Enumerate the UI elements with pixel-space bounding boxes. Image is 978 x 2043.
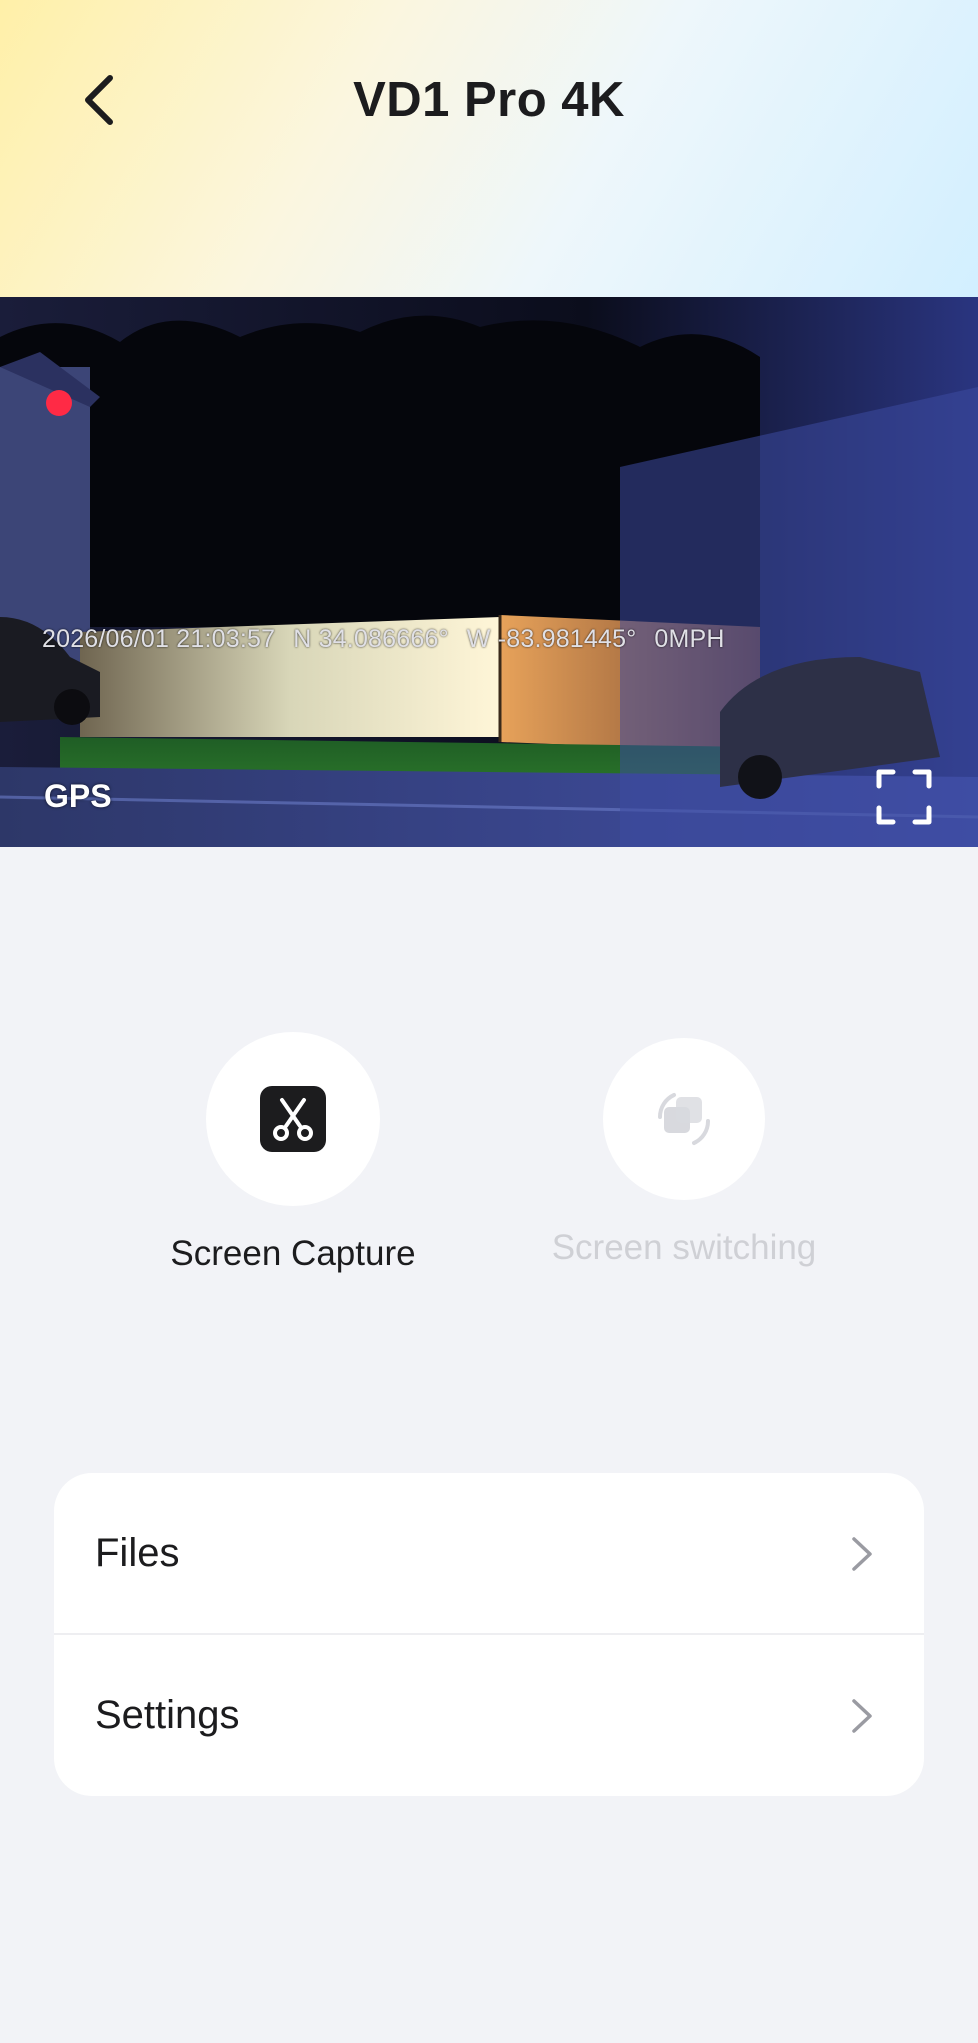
menu-item-label: Settings <box>95 1693 240 1737</box>
chevron-right-icon <box>852 1699 872 1733</box>
video-timestamp: 2026/06/01 21:03:57 <box>42 625 276 653</box>
header: VD1 Pro 4K <box>0 0 978 297</box>
screen-capture-label: Screen Capture <box>170 1234 416 1273</box>
menu-item-settings[interactable]: Settings <box>54 1635 924 1796</box>
video-info-overlay: 2026/06/01 21:03:57 N 34.086666° W -83.9… <box>42 625 725 654</box>
screen-switching-button[interactable] <box>603 1038 765 1200</box>
chevron-right-icon <box>852 1537 872 1571</box>
screen-capture-button[interactable] <box>206 1032 380 1206</box>
screen-switching-label: Screen switching <box>551 1228 817 1267</box>
camera-switch-icon <box>657 1093 711 1145</box>
video-speed: 0MPH <box>654 625 725 653</box>
screen-capture-action[interactable]: Screen Capture <box>143 1032 443 1274</box>
page-title: VD1 Pro 4K <box>353 73 625 127</box>
fullscreen-icon <box>876 769 932 825</box>
menu-card: Files Settings <box>54 1473 924 1796</box>
menu-item-files[interactable]: Files <box>54 1473 924 1635</box>
scissors-icon <box>260 1086 326 1152</box>
video-latitude: N 34.086666° <box>293 625 449 653</box>
gps-label: GPS <box>44 778 112 814</box>
menu-item-label: Files <box>95 1531 180 1575</box>
camera-scene-image <box>0 297 978 847</box>
fullscreen-button[interactable] <box>875 768 933 826</box>
screen-switching-action[interactable]: Screen switching <box>534 1038 834 1268</box>
video-longitude: W -83.981445° <box>466 625 637 653</box>
recording-indicator <box>46 390 72 416</box>
live-video-preview[interactable]: 2026/06/01 21:03:57 N 34.086666° W -83.9… <box>0 297 978 847</box>
